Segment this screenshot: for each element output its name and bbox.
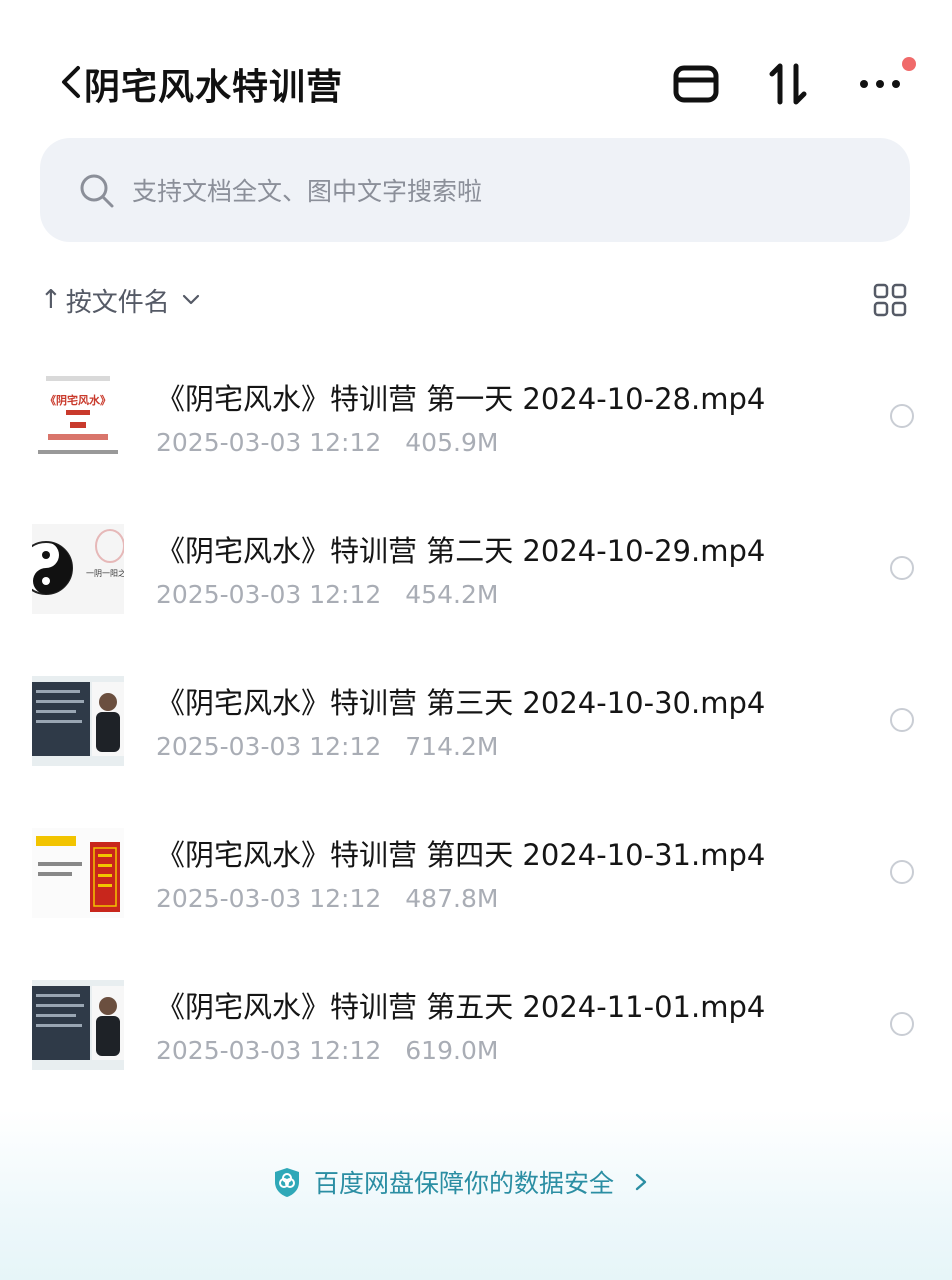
file-name: 《阴宅风水》特训营 第四天 2024-10-31.mp4 xyxy=(156,838,766,872)
file-row[interactable]: 《阴宅风水》特训营 第三天 2024-10-30.mp4 2025-03-03 … xyxy=(0,646,952,798)
file-row[interactable]: 《阴宅风水》 《阴宅风水》特训营 第一天 2024-10-28.mp4 2025… xyxy=(0,342,952,494)
sort-arrow-icon: ↑ xyxy=(40,285,62,315)
file-row[interactable]: 《阴宅风水》特训营 第五天 2024-11-01.mp4 2025-03-03 … xyxy=(0,950,952,1102)
sort-label: 按文件名 xyxy=(65,287,170,318)
video-thumbnail xyxy=(32,676,124,766)
video-thumbnail xyxy=(32,980,124,1070)
chevron-down-icon xyxy=(182,294,199,305)
file-size: 714.2M xyxy=(405,732,499,761)
file-meta: 2025-03-03 12:12 487.8M xyxy=(156,884,498,913)
back-chevron-icon[interactable] xyxy=(58,62,84,102)
file-date: 2025-03-03 12:12 xyxy=(156,732,382,761)
video-thumbnail: 一阴一阳之谓 xyxy=(32,524,124,614)
file-meta: 2025-03-03 12:12 405.9M xyxy=(156,428,498,457)
file-name: 《阴宅风水》特训营 第五天 2024-11-01.mp4 xyxy=(156,990,766,1024)
file-name: 《阴宅风水》特训营 第一天 2024-10-28.mp4 xyxy=(156,382,766,416)
sort-arrows-icon xyxy=(769,63,807,105)
file-date: 2025-03-03 12:12 xyxy=(156,580,382,609)
select-checkbox[interactable] xyxy=(890,556,914,580)
file-size: 454.2M xyxy=(405,580,499,609)
tray-icon xyxy=(673,65,719,103)
file-name: 《阴宅风水》特训营 第二天 2024-10-29.mp4 xyxy=(156,534,766,568)
file-size: 487.8M xyxy=(405,884,499,913)
thumbnail-caption: 《阴宅风水》 xyxy=(45,393,111,407)
file-meta: 2025-03-03 12:12 619.0M xyxy=(156,1036,498,1065)
notification-dot xyxy=(902,57,916,71)
search-input[interactable] xyxy=(130,166,834,216)
file-date: 2025-03-03 12:12 xyxy=(156,884,382,913)
data-security-link[interactable]: 百度网盘保障你的数据安全 xyxy=(272,1162,650,1202)
shield-icon xyxy=(275,1168,299,1197)
select-checkbox[interactable] xyxy=(890,708,914,732)
file-row[interactable]: 一阴一阳之谓 《阴宅风水》特训营 第二天 2024-10-29.mp4 2025… xyxy=(0,494,952,646)
more-icon xyxy=(860,80,900,88)
thumbnail-caption: 一阴一阳之谓 xyxy=(86,568,124,578)
select-checkbox[interactable] xyxy=(890,404,914,428)
tray-button[interactable] xyxy=(668,56,724,112)
video-thumbnail xyxy=(32,828,124,918)
sort-by-name-control[interactable]: ↑ 按文件名 xyxy=(40,282,202,318)
file-name: 《阴宅风水》特训营 第三天 2024-10-30.mp4 xyxy=(156,686,766,720)
page-title: 阴宅风水特训营 xyxy=(84,67,344,108)
chevron-right-icon xyxy=(635,1173,647,1191)
file-date: 2025-03-03 12:12 xyxy=(156,428,382,457)
file-size: 619.0M xyxy=(405,1036,499,1065)
file-row[interactable]: 《阴宅风水》特训营 第四天 2024-10-31.mp4 2025-03-03 … xyxy=(0,798,952,950)
grid-view-icon[interactable] xyxy=(872,282,908,318)
top-bar: 阴宅风水特训营 xyxy=(0,0,952,130)
file-meta: 2025-03-03 12:12 454.2M xyxy=(156,580,498,609)
file-size: 405.9M xyxy=(405,428,499,457)
search-icon xyxy=(80,174,114,208)
file-date: 2025-03-03 12:12 xyxy=(156,1036,382,1065)
more-button[interactable] xyxy=(852,56,908,112)
video-thumbnail: 《阴宅风水》 xyxy=(32,372,124,462)
select-checkbox[interactable] xyxy=(890,860,914,884)
sort-button[interactable] xyxy=(760,56,816,112)
footer-text: 百度网盘保障你的数据安全 xyxy=(314,1169,615,1198)
select-checkbox[interactable] xyxy=(890,1012,914,1036)
file-meta: 2025-03-03 12:12 714.2M xyxy=(156,732,498,761)
